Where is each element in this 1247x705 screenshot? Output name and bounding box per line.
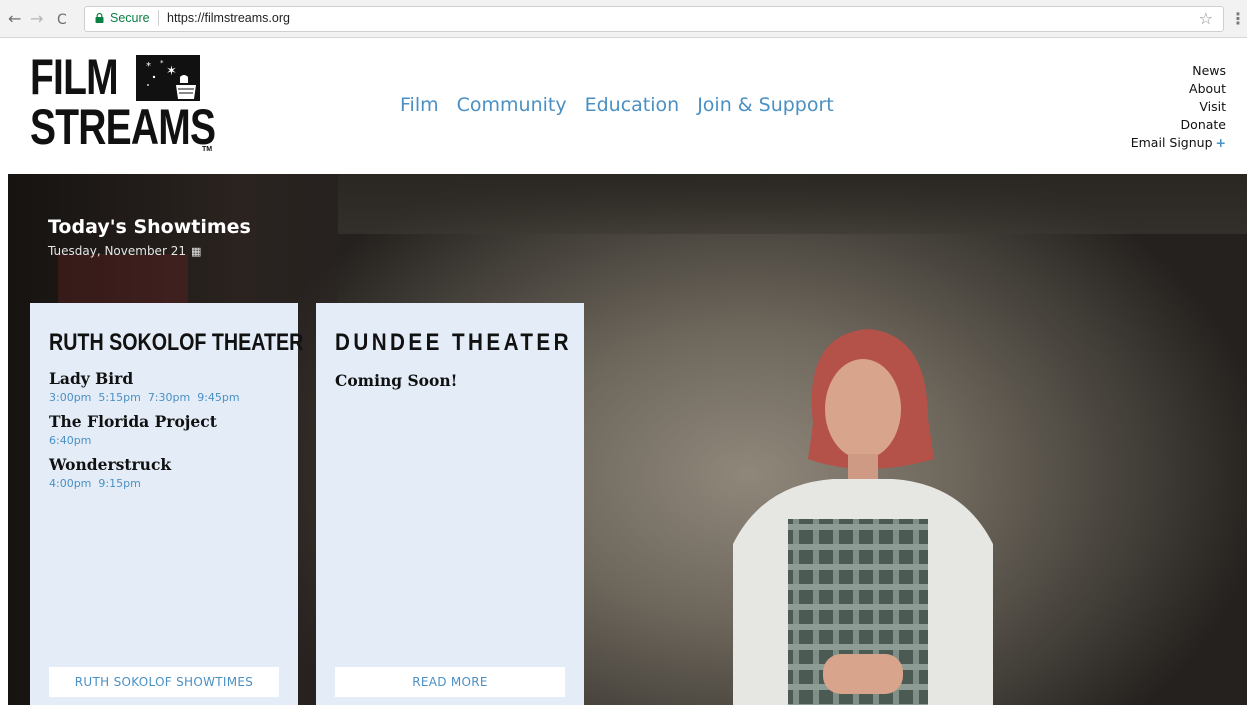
svg-text:✶: ✶ (166, 64, 177, 79)
film-item: Lady Bird 3:00pm 5:15pm 7:30pm 9:45pm (49, 369, 240, 404)
plus-icon: + (1215, 135, 1226, 150)
site-header: FILM * * ✶ STREAMS TM Film Community Edu… (0, 38, 1247, 174)
showtime-link[interactable]: 6:40pm (49, 434, 91, 447)
logo-stars-graphic-icon: * * ✶ (136, 55, 200, 101)
back-arrow-icon[interactable]: ← (8, 9, 21, 29)
bookmark-star-icon[interactable]: ☆ (1199, 9, 1213, 28)
film-item: Wonderstruck 4:00pm 9:15pm (49, 455, 240, 490)
film-item: The Florida Project 6:40pm (49, 412, 240, 447)
utility-nav: News About Visit Donate Email Signup + (1131, 62, 1226, 152)
svg-text:*: * (160, 59, 164, 67)
nav-film[interactable]: Film (400, 94, 439, 116)
nav-join-support[interactable]: Join & Support (697, 94, 834, 116)
film-times: 6:40pm (49, 434, 240, 447)
reload-icon[interactable]: C (57, 10, 67, 30)
showtimes-title: Today's Showtimes (48, 216, 251, 238)
util-email-signup[interactable]: Email Signup + (1131, 134, 1226, 152)
film-streams-logo[interactable]: FILM * * ✶ STREAMS TM (30, 52, 220, 164)
nav-community[interactable]: Community (457, 94, 567, 116)
read-more-button[interactable]: READ MORE (335, 667, 565, 697)
film-times: 4:00pm 9:15pm (49, 477, 240, 490)
logo-line1: FILM (30, 49, 119, 105)
logo-line2: STREAMS (30, 99, 216, 155)
showtime-link[interactable]: 3:00pm (49, 391, 91, 404)
showtimes-date-picker[interactable]: Tuesday, November 21 ▦ (48, 244, 251, 258)
hero-ceiling (338, 174, 1247, 234)
util-news[interactable]: News (1131, 62, 1226, 80)
trademark-mark: TM (202, 146, 213, 153)
dundee-heading: DUNDEE THEATER (335, 329, 572, 356)
coming-soon-text: Coming Soon! (335, 371, 458, 390)
address-bar[interactable]: Secure https://filmstreams.org ☆ (84, 6, 1224, 32)
film-title[interactable]: The Florida Project (49, 412, 240, 431)
browser-toolbar: ← → C Secure https://filmstreams.org ☆ ⋮ (0, 0, 1247, 38)
url-text[interactable]: https://filmstreams.org (167, 11, 290, 25)
ruth-sokolof-card: RUTH SOKOLOF THEATER Lady Bird 3:00pm 5:1… (30, 303, 303, 705)
calendar-icon[interactable]: ▦ (191, 245, 201, 258)
nav-education[interactable]: Education (585, 94, 680, 116)
main-nav: Film Community Education Join & Support (400, 94, 834, 116)
address-separator (158, 10, 159, 26)
ruth-sokolof-showtimes-button[interactable]: RUTH SOKOLOF SHOWTIMES (49, 667, 279, 697)
showtime-link[interactable]: 9:45pm (197, 391, 239, 404)
showtime-link[interactable]: 4:00pm (49, 477, 91, 490)
film-times: 3:00pm 5:15pm 7:30pm 9:45pm (49, 391, 240, 404)
ruth-film-list: Lady Bird 3:00pm 5:15pm 7:30pm 9:45pm The F… (49, 369, 240, 490)
email-signup-label: Email Signup (1130, 135, 1213, 150)
secure-label: Secure (110, 11, 150, 25)
forward-arrow-icon[interactable]: → (30, 9, 43, 29)
svg-text:*: * (146, 61, 151, 72)
util-visit[interactable]: Visit (1131, 98, 1226, 116)
hero-photo-figure (733, 329, 993, 705)
browser-menu-icon[interactable]: ⋮ (1230, 9, 1246, 28)
film-title[interactable]: Wonderstruck (49, 455, 240, 474)
lock-icon (95, 13, 104, 23)
film-title[interactable]: Lady Bird (49, 369, 240, 388)
ruth-sokolof-heading: RUTH SOKOLOF THEATER (49, 329, 304, 356)
showtime-link[interactable]: 9:15pm (98, 477, 140, 490)
showtime-link[interactable]: 7:30pm (148, 391, 190, 404)
util-about[interactable]: About (1131, 80, 1226, 98)
showtime-link[interactable]: 5:15pm (98, 391, 140, 404)
util-donate[interactable]: Donate (1131, 116, 1226, 134)
todays-showtimes: Today's Showtimes Tuesday, November 21 ▦ (48, 216, 251, 258)
showtimes-date: Tuesday, November 21 (48, 244, 186, 258)
dundee-card: DUNDEE THEATER Coming Soon! READ MORE (316, 303, 584, 705)
